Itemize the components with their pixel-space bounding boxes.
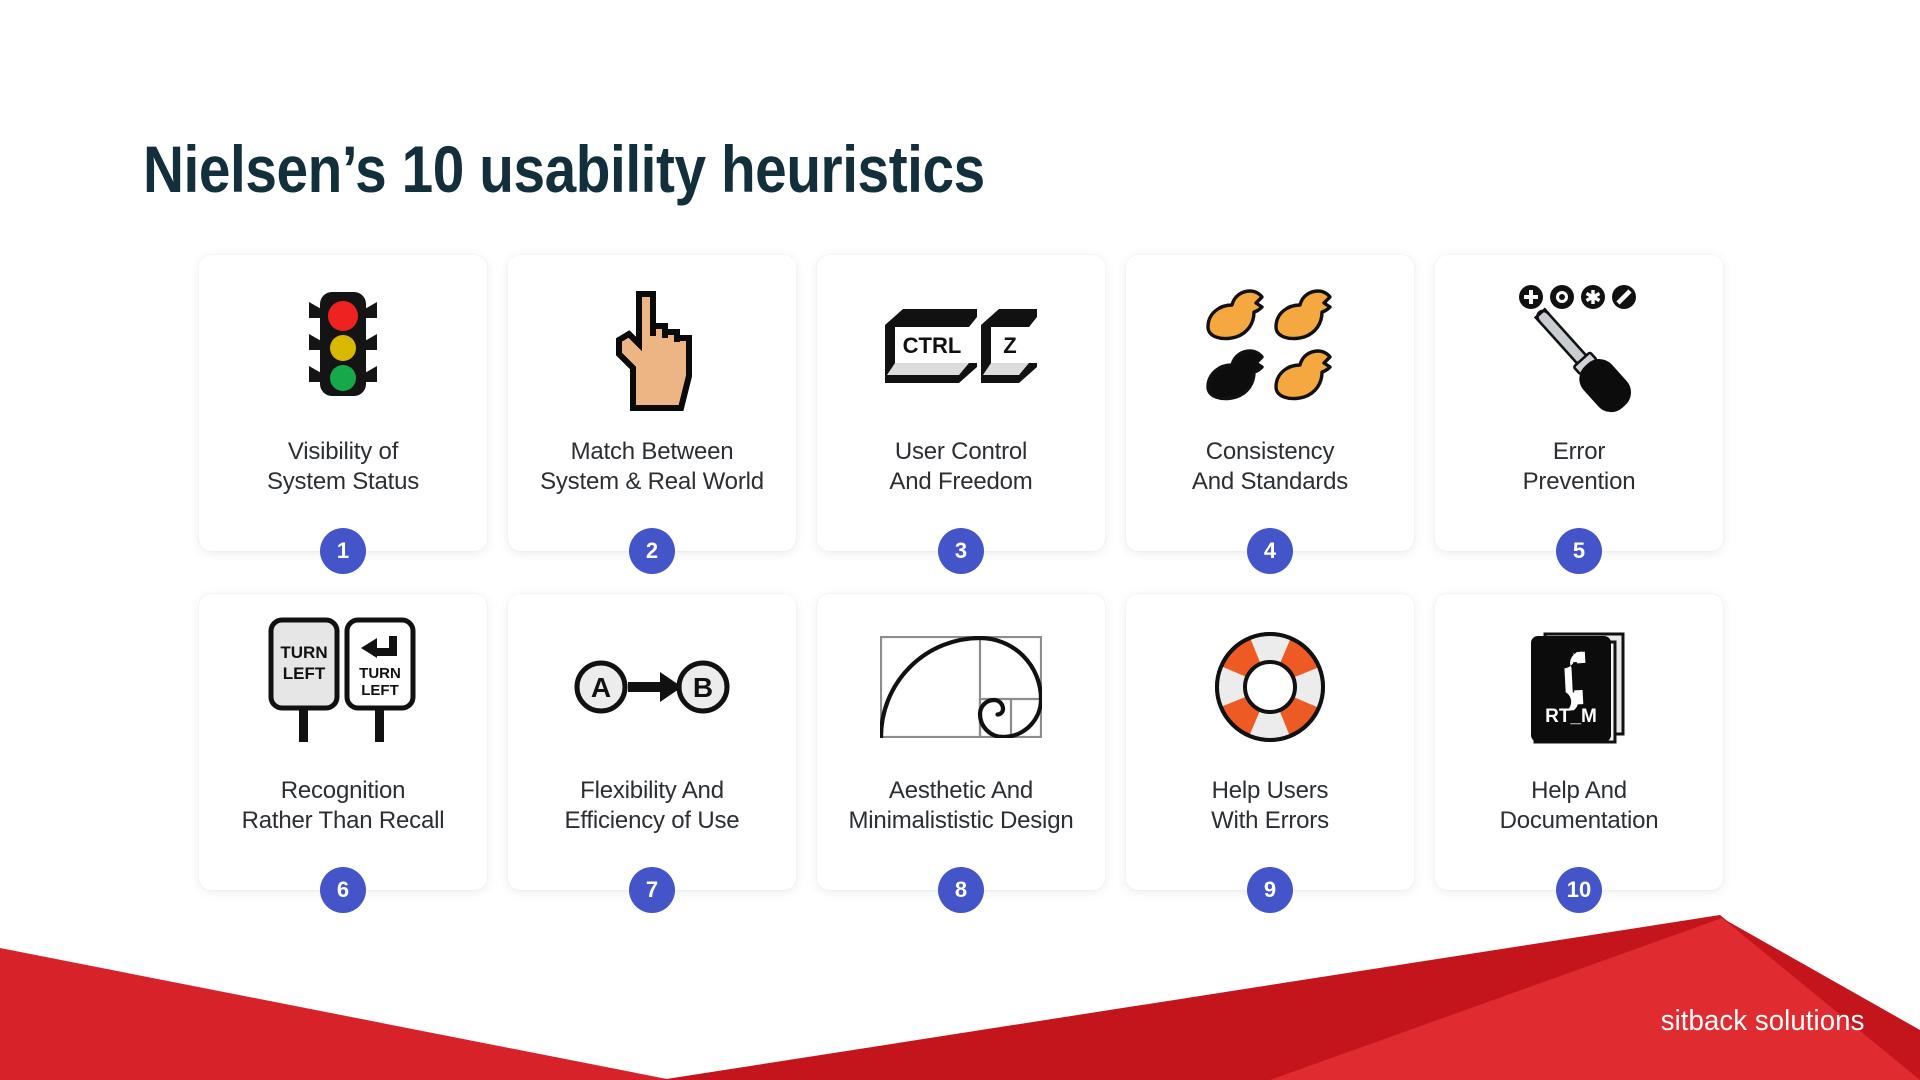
heuristic-label-line2: System Status [266,467,420,495]
heuristic-number-badge: 1 [320,528,366,574]
heuristic-card-4[interactable]: Consistency And Standards 4 [1126,255,1414,574]
heuristic-card-label: Recognition Rather Than Recall [199,776,487,836]
heuristic-label-line1: User Control [894,438,1028,465]
footer-decoration: sitback solutions [0,830,1920,1080]
footer-shapes [0,915,1920,1080]
heuristic-card-label: Flexibility And Efficiency of Use [508,776,796,836]
heuristic-label-line1: Aesthetic And [888,777,1034,804]
heuristic-card-label: Match Between System & Real World [508,437,796,497]
heuristic-card-label: Consistency And Standards [1126,437,1414,497]
heuristic-card-label: Help And Documentation [1435,776,1723,836]
heuristic-card-label: User Control And Freedom [817,437,1105,497]
heuristic-card-label: Help Users With Errors [1126,776,1414,836]
z-key-label: Z [1003,333,1016,358]
heuristic-label-line1: Recognition [280,777,406,804]
heuristic-label-line1: Consistency [1205,438,1335,465]
heuristic-number-badge: 5 [1556,528,1602,574]
heuristic-label-line1: Visibility of [287,438,399,465]
sign-a-line2: LEFT [283,664,326,683]
pointing-hand-cursor-icon [508,255,796,437]
heuristics-grid: Visibility of System Status 1 Match Betw… [199,255,1724,913]
a-to-b-arrow-icon: A B [508,594,796,776]
heuristic-card-2[interactable]: Match Between System & Real World 2 [508,255,796,574]
heuristic-label-line2: And Freedom [889,467,1033,495]
heuristic-card-label: Error Prevention [1435,437,1723,497]
heuristic-label-line1: Error [1552,438,1606,465]
footer-shape-left [0,948,672,1080]
heuristic-label-line2: Prevention [1522,467,1636,495]
turn-left-signs-icon: TURN LEFT TURN LEFT [199,594,487,776]
heuristic-card-label: Visibility of System Status [199,437,487,497]
heuristic-label-line1: Flexibility And [580,777,724,804]
heuristic-label-line2: System & Real World [540,467,764,495]
heuristic-label-line1: Match Between [570,438,734,465]
traffic-light-icon [199,255,487,437]
heuristic-label-line2: And Standards [1191,467,1349,495]
sign-a-line1: TURN [280,643,327,662]
node-a-label: A [591,672,611,703]
sign-b-line1: TURN [359,665,401,682]
page-title: Nielsen’s 10 usability heuristics [143,132,985,206]
screwdriver-icon [1435,255,1723,437]
heuristic-number-badge: 3 [938,528,984,574]
brand-logo-text: sitback solutions [1660,1005,1864,1037]
golden-ratio-spiral-icon [817,594,1105,776]
heuristic-card-5[interactable]: Error Prevention 5 [1435,255,1723,574]
book-title-label: RT_M [1545,706,1597,727]
heuristic-label-line1: Help Users [1211,777,1329,804]
heuristic-card-1[interactable]: Visibility of System Status 1 [199,255,487,574]
slide-canvas: Nielsen’s 10 usability heuristics Visibi… [0,0,1920,1080]
heuristic-label-line1: Help And [1531,777,1627,804]
rubber-ducks-icon [1126,255,1414,437]
manual-book-icon: RT_M [1435,594,1723,776]
sign-b-line2: LEFT [361,682,399,699]
node-b-label: B [693,672,713,703]
heuristic-card-label: Aesthetic And Minimalististic Design [817,776,1105,836]
heuristic-number-badge: 4 [1247,528,1293,574]
ctrl-key-label: CTRL [903,333,962,358]
heuristic-card-3[interactable]: CTRL Z User Control And Freedom 3 [817,255,1105,574]
ctrl-z-keys-icon: CTRL Z [817,255,1105,437]
heuristic-number-badge: 2 [629,528,675,574]
life-ring-icon [1126,594,1414,776]
